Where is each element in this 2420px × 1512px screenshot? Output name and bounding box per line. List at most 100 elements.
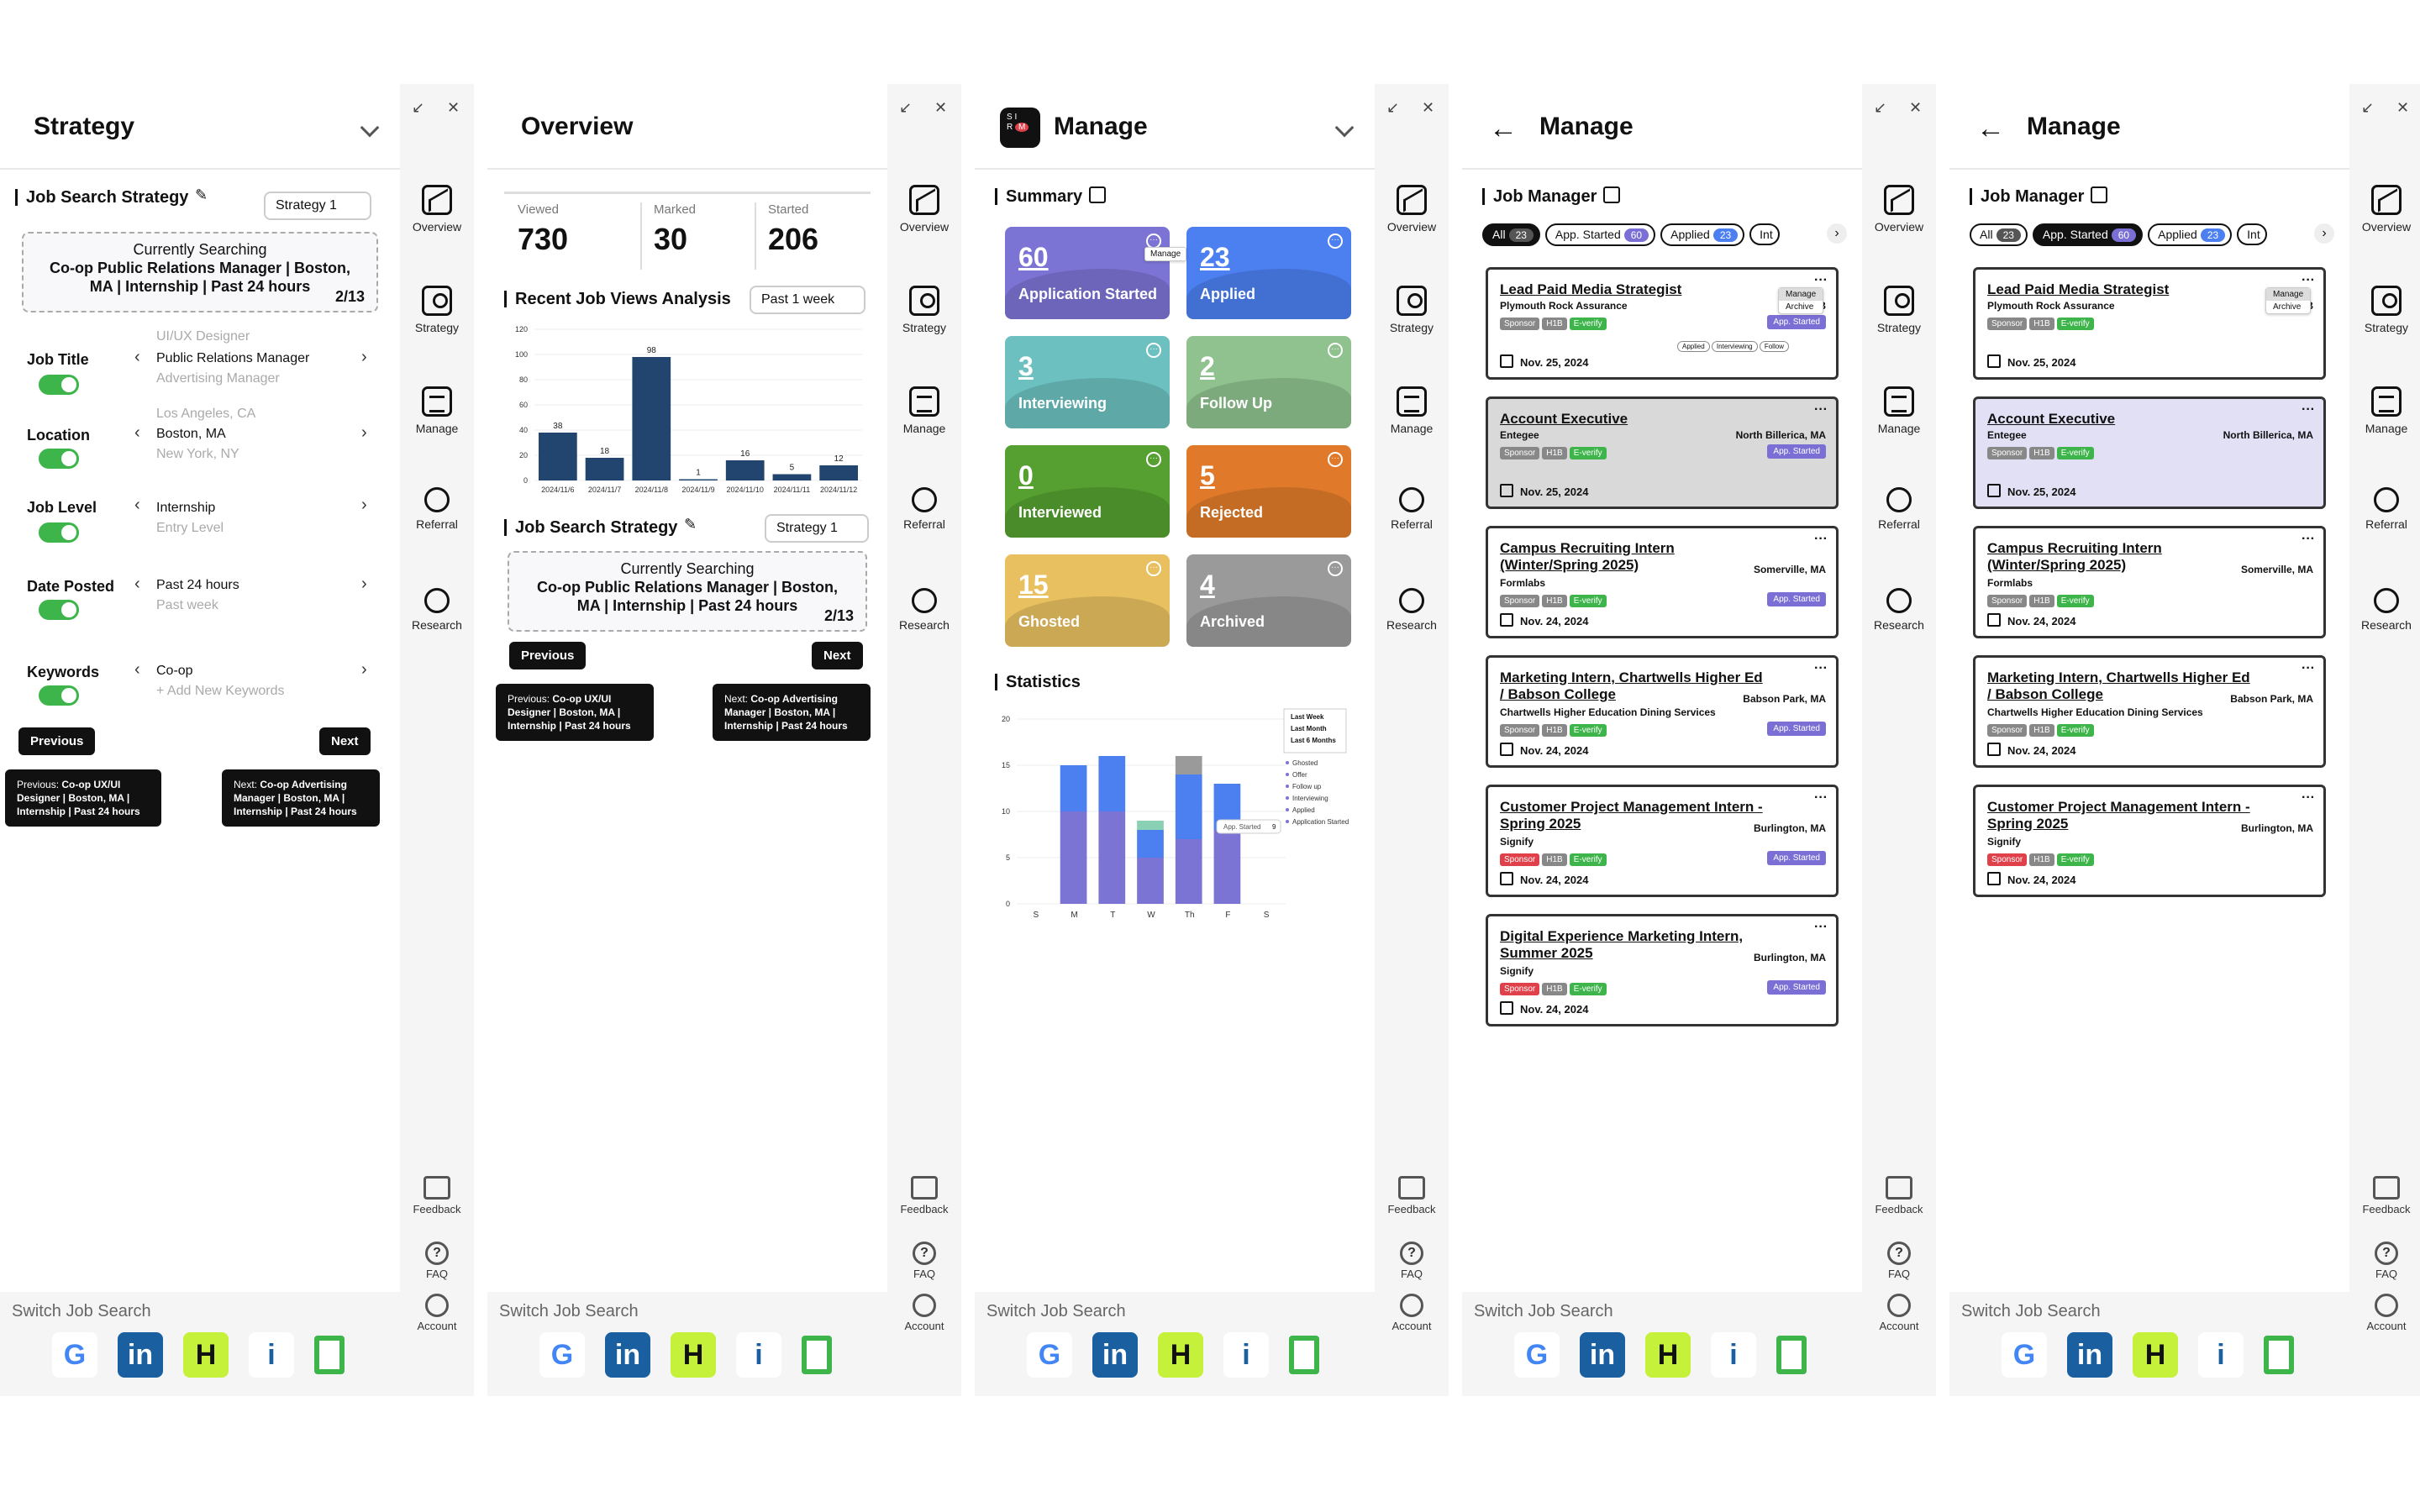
status-badge[interactable]: App. Started [1767,592,1826,606]
job-card[interactable]: Marketing Intern, Chartwells Higher Ed /… [1486,655,1839,768]
minimize-icon[interactable]: ↙ [412,99,424,117]
glassdoor-logo[interactable] [314,1336,345,1374]
job-title[interactable]: Lead Paid Media Strategist [1500,281,1769,298]
chevron-left-icon[interactable]: ‹ [134,660,140,680]
more-icon[interactable]: ··· [1814,920,1828,935]
nav-feedback[interactable]: Feedback [1375,1176,1449,1215]
nav-feedback[interactable]: Feedback [887,1176,961,1215]
job-title[interactable]: Customer Project Management Intern - Spr… [1500,799,1769,832]
nav-overview[interactable]: Overview [1375,185,1449,234]
nav-faq[interactable]: ? FAQ [400,1242,474,1280]
job-card[interactable]: Lead Paid Media Strategist Plymouth Rock … [1973,267,2326,380]
more-icon[interactable]: ··· [2302,790,2315,806]
date-posted-value[interactable]: Past 24 hours [156,578,239,593]
nav-account[interactable]: Account [1862,1294,1936,1332]
status-badge[interactable]: App. Started [1767,315,1826,329]
linkedin-logo[interactable]: in [2067,1332,2112,1378]
minimize-icon[interactable]: ↙ [899,99,912,117]
nav-account[interactable]: Account [1375,1294,1449,1332]
status-badge[interactable]: App. Started [1767,444,1826,459]
chevron-down-icon[interactable] [1334,118,1355,138]
pencil-icon[interactable]: ✎ [195,186,208,204]
close-icon[interactable]: ✕ [447,99,460,117]
summary-tile[interactable]: 60 Application Started ··· [1005,227,1170,319]
keywords-value[interactable]: Co-op [156,664,193,679]
keywords-toggle[interactable] [39,685,79,706]
grid-icon[interactable] [1089,186,1106,203]
job-title[interactable]: Marketing Intern, Chartwells Higher Ed /… [1987,669,2256,703]
linkedin-logo[interactable]: in [1092,1332,1138,1378]
indeed-logo[interactable]: i [1711,1332,1756,1378]
summary-tile[interactable]: 3 Interviewing ··· [1005,336,1170,428]
nav-research[interactable]: Research [1375,588,1449,632]
job-title-toggle[interactable] [39,375,79,395]
grid-icon[interactable] [2091,186,2107,203]
job-card[interactable]: Campus Recruiting Intern (Winter/Spring … [1973,526,2326,638]
chevron-left-icon[interactable]: ‹ [134,496,140,515]
indeed-logo[interactable]: i [1223,1332,1269,1378]
job-title[interactable]: Account Executive [1500,411,1769,428]
job-title[interactable]: Lead Paid Media Strategist [1987,281,2256,298]
strategy-select[interactable]: Strategy 1 [264,192,371,220]
chevron-down-icon[interactable] [360,118,380,138]
next-button[interactable]: Next [812,642,863,669]
status-badge[interactable]: App. Started [1767,851,1826,865]
chip-applied[interactable]: Applied 23 [1660,223,1745,246]
popup-archive[interactable]: Archive [1779,301,1823,313]
minimize-icon[interactable]: ↙ [2361,99,2374,117]
nav-faq[interactable]: ? FAQ [1375,1242,1449,1280]
grid-icon[interactable] [1603,186,1620,203]
more-icon[interactable]: ··· [1328,561,1343,576]
job-title[interactable]: Marketing Intern, Chartwells Higher Ed /… [1500,669,1769,703]
nav-strategy[interactable]: Strategy [1375,286,1449,334]
nav-referral[interactable]: Referral [1375,487,1449,531]
more-icon[interactable]: ··· [2302,402,2315,417]
nav-strategy[interactable]: Strategy [400,286,474,334]
glassdoor-logo[interactable] [802,1336,832,1374]
job-title-value[interactable]: Public Relations Manager [156,351,309,366]
nav-faq[interactable]: ? FAQ [887,1242,961,1280]
nav-research[interactable]: Research [887,588,961,632]
legend-option[interactable]: Last Week [1291,713,1324,721]
job-title[interactable]: Account Executive [1987,411,2256,428]
nav-manage[interactable]: Manage [1862,386,1936,435]
chevron-right-icon[interactable]: › [361,496,367,515]
more-icon[interactable]: ··· [1146,452,1161,467]
job-card[interactable]: Customer Project Management Intern - Spr… [1486,785,1839,897]
nav-research[interactable]: Research [1862,588,1936,632]
job-title[interactable]: Customer Project Management Intern - Spr… [1987,799,2256,832]
job-card[interactable]: Account Executive Entegee North Billerica,… [1486,396,1839,509]
summary-tile[interactable]: 23 Applied ··· [1186,227,1351,319]
chip-interviewing[interactable]: Int [1749,223,1780,245]
chevron-right-icon[interactable]: › [361,348,367,367]
chevron-right-icon[interactable]: › [2314,223,2334,244]
glassdoor-logo[interactable] [2264,1336,2294,1374]
job-card[interactable]: Campus Recruiting Intern (Winter/Spring … [1486,526,1839,638]
chevron-right-icon[interactable]: › [361,423,367,443]
chevron-right-icon[interactable]: › [1827,223,1847,244]
more-icon[interactable]: ··· [1814,402,1828,417]
glassdoor-logo[interactable] [1776,1336,1807,1374]
nav-overview[interactable]: Overview [400,185,474,234]
nav-referral[interactable]: Referral [400,487,474,531]
glassdoor-logo[interactable] [1289,1336,1319,1374]
nav-faq[interactable]: ? FAQ [2349,1242,2420,1280]
job-title[interactable]: Campus Recruiting Intern (Winter/Spring … [1500,540,1769,574]
summary-tile[interactable]: 5 Rejected ··· [1186,445,1351,538]
minimize-icon[interactable]: ↙ [1874,99,1886,117]
indeed-logo[interactable]: i [249,1332,294,1378]
handshake-logo[interactable]: H [1158,1332,1203,1378]
status-applied[interactable]: Applied [1677,341,1710,352]
location-value[interactable]: Boston, MA [156,427,226,442]
more-icon[interactable]: ··· [1328,234,1343,249]
close-icon[interactable]: ✕ [2396,99,2409,117]
nav-referral[interactable]: Referral [887,487,961,531]
status-follow[interactable]: Follow [1759,341,1789,352]
summary-tile[interactable]: 2 Follow Up ··· [1186,336,1351,428]
job-card[interactable]: Lead Paid Media Strategist Plymouth Rock … [1486,267,1839,380]
nav-referral[interactable]: Referral [2349,487,2420,531]
status-badge[interactable]: App. Started [1767,980,1826,995]
add-keywords-link[interactable]: + Add New Keywords [156,684,285,699]
nav-overview[interactable]: Overview [887,185,961,234]
chevron-right-icon[interactable]: › [361,575,367,594]
